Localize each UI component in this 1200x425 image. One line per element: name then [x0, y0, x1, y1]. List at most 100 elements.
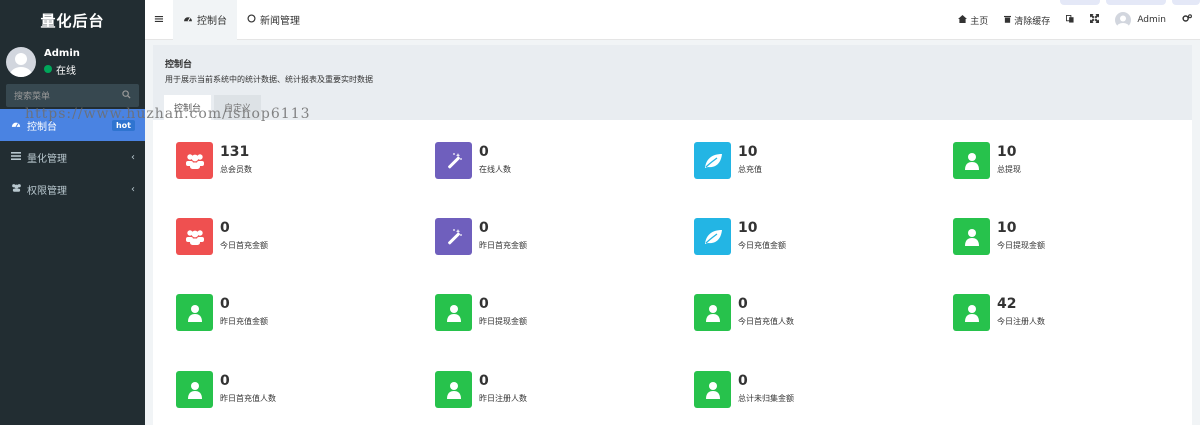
home-icon: [958, 14, 968, 26]
user-status-label: 在线: [56, 65, 76, 77]
user-panel: Admin 在线: [0, 40, 145, 84]
dashboard-icon: [183, 14, 193, 25]
sidebar-item-quant[interactable]: 量化管理 ‹: [0, 141, 145, 173]
stat-card: 0 总计未归集金额: [694, 371, 944, 411]
user-icon: [953, 218, 990, 255]
menu-search-input[interactable]: 搜索菜单: [6, 84, 139, 107]
stat-value: 42: [997, 296, 1017, 312]
top-pill: [1060, 0, 1100, 5]
stat-card: 0 昨日首充值人数: [176, 371, 426, 411]
chevron-left-icon: ‹: [131, 151, 135, 163]
gears-icon: [1182, 14, 1192, 26]
stat-value: 10: [738, 144, 758, 160]
stat-label: 昨日提现金额: [479, 317, 527, 326]
chevron-left-icon: ‹: [131, 183, 135, 195]
sidebar-item-label: 量化管理: [27, 153, 67, 165]
sidebar-item-label: 权限管理: [27, 185, 67, 197]
admin-label: Admin: [1137, 15, 1166, 25]
stat-value: 0: [738, 296, 748, 312]
stat-label: 昨日充值金额: [220, 317, 268, 326]
language-icon: [1066, 14, 1074, 26]
dashboard-icon: [11, 119, 25, 131]
stat-label: 今日提现金额: [997, 241, 1045, 250]
hamburger-menu-icon[interactable]: ≡: [145, 12, 173, 27]
stat-value: 10: [997, 220, 1017, 236]
stat-value: 0: [738, 373, 748, 389]
tab-label: 控制台: [197, 16, 227, 27]
trash-icon: [1004, 15, 1012, 26]
users-icon: [11, 183, 25, 195]
stat-label: 总充值: [738, 165, 762, 174]
stat-label: 在线人数: [479, 165, 511, 174]
users-icon: [176, 218, 213, 255]
user-icon: [953, 142, 990, 179]
search-icon[interactable]: [122, 89, 131, 102]
stat-value: 10: [738, 220, 758, 236]
user-icon: [694, 294, 731, 331]
settings-button[interactable]: [1174, 14, 1200, 26]
tab-dashboard[interactable]: 控制台: [173, 0, 237, 40]
watermark: https://www.huzhan.com/ishop6113: [25, 106, 311, 122]
users-icon: [176, 142, 213, 179]
top-pill: [1172, 0, 1200, 5]
clear-cache-label: 清除缓存: [1014, 16, 1051, 27]
stat-value: 0: [220, 220, 230, 236]
stat-card: 10 今日充值金额: [694, 218, 944, 258]
circle-icon: [247, 13, 256, 26]
clear-cache-button[interactable]: 清除缓存: [996, 14, 1058, 27]
admin-user-menu[interactable]: Admin: [1107, 12, 1174, 31]
stat-card: 0 昨日提现金额: [435, 294, 685, 334]
home-label: 主页: [970, 16, 989, 27]
language-button[interactable]: [1058, 14, 1082, 26]
sidebar-item-permissions[interactable]: 权限管理 ‹: [0, 173, 145, 205]
stat-card: 42 今日注册人数: [953, 294, 1200, 334]
user-icon: [176, 371, 213, 408]
avatar: [6, 47, 36, 77]
stat-card: 0 今日首充值人数: [694, 294, 944, 334]
stat-label: 今日首充金额: [220, 241, 268, 250]
top-pills: [1054, 0, 1200, 5]
stat-label: 总会员数: [220, 165, 252, 174]
fullscreen-button[interactable]: [1082, 14, 1107, 26]
tab-label: 新闻管理: [260, 16, 300, 27]
list-icon: [11, 151, 25, 163]
stat-label: 昨日注册人数: [479, 394, 527, 403]
stat-card: 0 今日首充金额: [176, 218, 426, 258]
fullscreen-icon: [1090, 14, 1100, 26]
user-icon: [435, 371, 472, 408]
magic-icon: [435, 142, 472, 179]
stat-card: 0 昨日首充金额: [435, 218, 685, 258]
leaf-icon: [694, 142, 731, 179]
tab-news[interactable]: 新闻管理: [237, 0, 310, 40]
stat-label: 总提现: [997, 165, 1021, 174]
stat-card: 0 在线人数: [435, 142, 685, 182]
user-icon: [694, 371, 731, 408]
avatar: [1115, 12, 1132, 31]
stat-label: 今日首充值人数: [738, 317, 794, 326]
user-status: 在线: [44, 62, 80, 77]
stat-value: 10: [997, 144, 1017, 160]
stat-card: 0 昨日注册人数: [435, 371, 685, 411]
online-dot-icon: [44, 65, 52, 73]
stat-label: 昨日首充金额: [479, 241, 527, 250]
user-name: Admin: [44, 47, 80, 59]
stat-value: 0: [479, 296, 489, 312]
stat-label: 今日注册人数: [997, 317, 1045, 326]
stat-value: 0: [479, 373, 489, 389]
stat-label: 总计未归集金额: [738, 394, 794, 403]
top-navbar: ≡ 控制台 新闻管理 主页 清除缓存 Admin: [145, 0, 1200, 40]
avatar-icon: [10, 53, 32, 77]
stat-label: 昨日首充值人数: [220, 394, 276, 403]
leaf-icon: [694, 218, 731, 255]
stat-value: 0: [479, 220, 489, 236]
stat-value: 0: [479, 144, 489, 160]
home-link[interactable]: 主页: [950, 14, 996, 27]
brand-title[interactable]: 量化后台: [0, 0, 145, 40]
stat-card: 0 昨日充值金额: [176, 294, 426, 334]
header-actions: 主页 清除缓存 Admin: [950, 0, 1200, 40]
stat-label: 今日充值金额: [738, 241, 786, 250]
stat-value: 0: [220, 373, 230, 389]
user-icon: [435, 294, 472, 331]
page-description: 用于展示当前系统中的统计数据、统计报表及重要实时数据: [165, 75, 373, 84]
stat-value: 0: [220, 296, 230, 312]
